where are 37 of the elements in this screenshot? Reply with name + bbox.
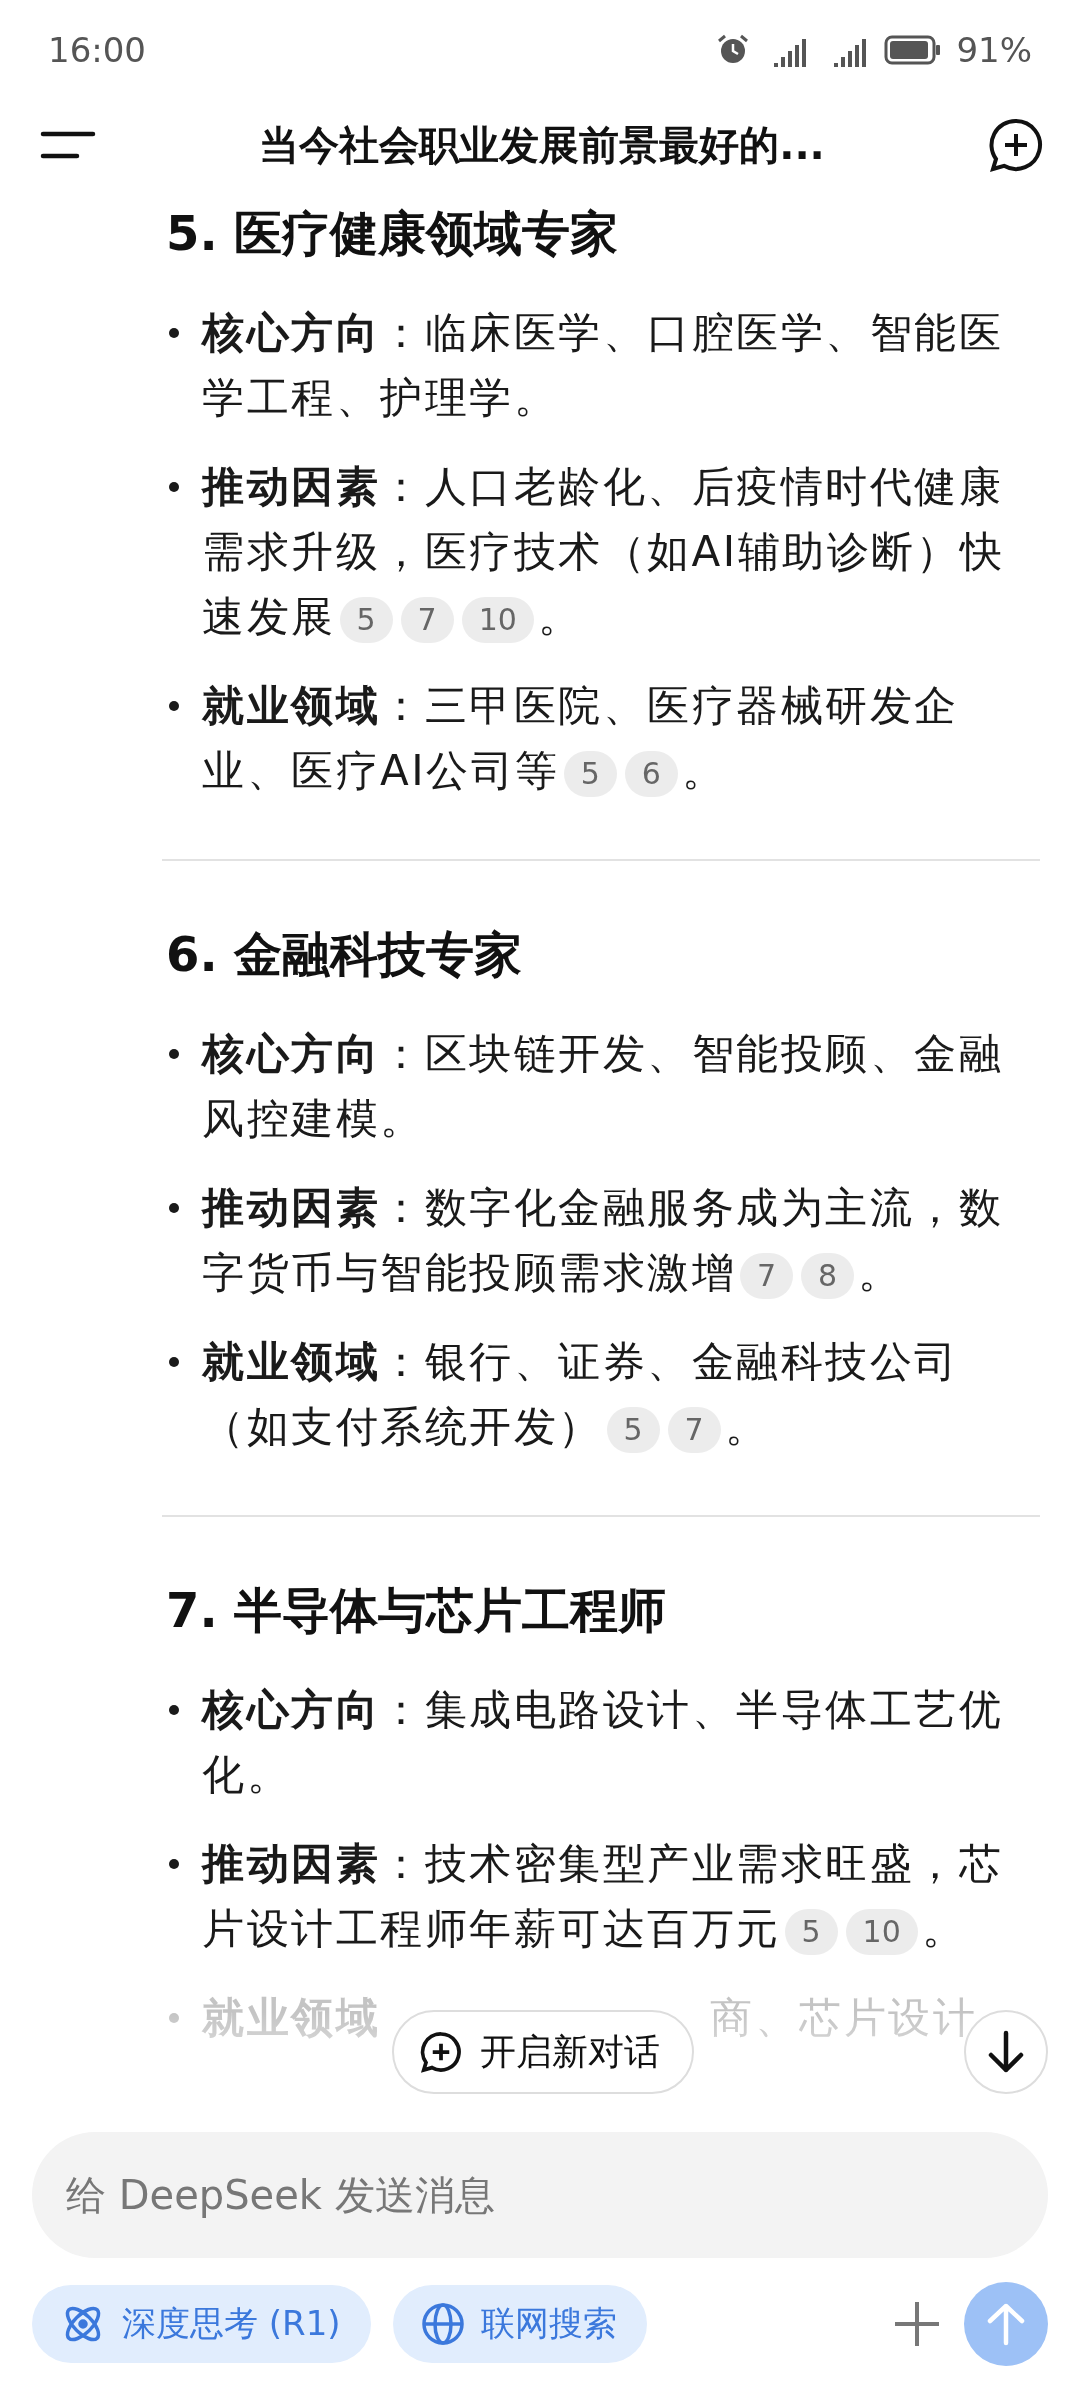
globe-icon [420,2302,465,2346]
bullet-icon [168,700,180,712]
bullet-icon [168,1048,180,1060]
bullet-text: 核心方向：集成电路设计、半导体工艺优化。 [202,1684,1004,1801]
new-chat-button[interactable]: 开启新对话 [392,2010,694,2094]
status-time: 16:00 [48,30,146,70]
bullet-text: 就业领域：银行、证券、金融科技公司（如支付系统开发） 5 7 。 [202,1336,960,1455]
arrow-up-icon [986,2302,1026,2346]
bullet-icon [168,1202,180,1214]
section-heading: 5. 医疗健康领域专家 [166,204,620,263]
section-heading: 7. 半导体与芯片工程师 [166,1581,668,1640]
bullet-text: 推动因素：技术密集型产业需求旺盛，芯片设计工程师年薪可达百万元 5 10 。 [202,1838,1004,1957]
chat-title: 当今社会职业发展前景最好的... [259,120,825,170]
bullet-text: 就业领域：三甲医院、医疗器械研发企业、医疗AI公司等 5 6 。 [202,680,960,799]
new-chat-icon[interactable] [988,117,1044,173]
bullet-text: 核心方向：临床医学、口腔医学、智能医学工程、护理学。 [202,307,1004,424]
section-heading: 6. 金融科技专家 [166,925,524,984]
battery-percent: 91% [956,30,1032,70]
bullet-icon [168,1704,180,1716]
message-input[interactable]: 给 DeepSeek 发送消息 [32,2132,1048,2258]
bullet-term: 就业领域 [202,1993,380,2042]
bullet-icon [168,327,180,339]
battery-icon [884,35,943,65]
bullet-icon [168,481,180,493]
bullet-text: 推动因素：数字化金融服务成为主流，数字货币与智能投顾需求激增 7 8 。 [202,1182,1004,1301]
plus-icon[interactable] [892,2299,942,2349]
deep-think-toggle[interactable]: 深度思考 (R1) [32,2285,371,2363]
menu-icon[interactable] [40,130,96,160]
bullet-text: 推动因素：人口老龄化、后疫情时代健康需求升级，医疗技术（如AI辅助诊断）快速发展 5 7 10 。 [202,461,1006,645]
bullet-icon [168,1356,180,1368]
bullet-icon [168,1858,180,1870]
new-chat-icon [420,2031,462,2073]
bullet-text: 核心方向：区块链开发、智能投顾、金融风控建模。 [202,1028,1004,1145]
bullet-text: 商、芯片设计 [710,1993,977,2042]
bullet-icon [168,2012,180,2024]
arrow-down-icon [988,2030,1024,2074]
web-search-toggle[interactable]: 联网搜索 [392,2285,647,2363]
